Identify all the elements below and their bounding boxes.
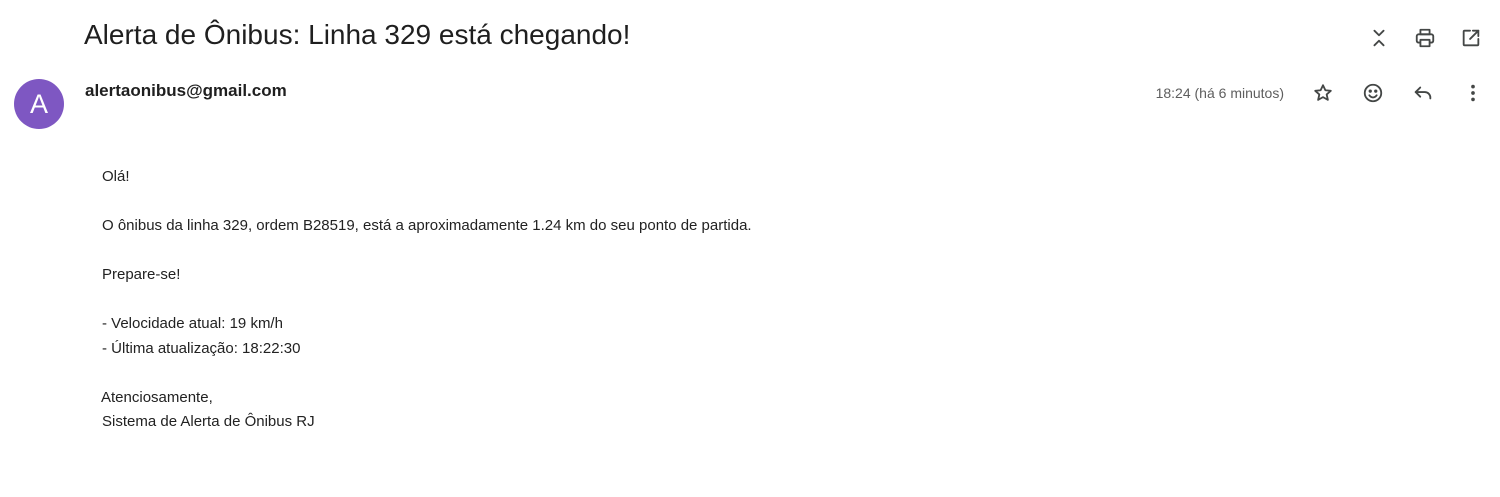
reply-button[interactable] [1404, 75, 1442, 111]
last-update-text: - Última atualização: 18:22:30 [102, 339, 301, 357]
open-in-new-window-button[interactable] [1452, 22, 1490, 54]
closing-text: Atenciosamente, [101, 388, 213, 406]
prepare-text: Prepare-se! [102, 266, 181, 283]
sender-email[interactable]: alertaonibus@gmail.com [85, 81, 287, 101]
star-button[interactable] [1304, 75, 1342, 111]
more-vert-icon [1471, 84, 1475, 102]
open-new-window-icon [1462, 29, 1480, 47]
bus-location-text: O ônibus da linha 329, ordem B28519, est… [102, 217, 752, 234]
more-options-button[interactable] [1454, 75, 1492, 111]
collapse-all-icon [1373, 29, 1385, 47]
email-body: Olá! O ônibus da linha 329, ordem B28519… [101, 165, 752, 435]
emoji-reaction-icon [1363, 83, 1383, 103]
sender-avatar[interactable]: A [14, 79, 64, 129]
print-button[interactable] [1406, 22, 1444, 54]
greeting: Olá! [102, 168, 130, 185]
signature-text: Sistema de Alerta de Ônibus RJ [102, 413, 315, 430]
email-subject: Alerta de Ônibus: Linha 329 está chegand… [84, 19, 631, 50]
print-icon [1415, 28, 1435, 48]
add-reaction-button[interactable] [1354, 75, 1392, 111]
reply-icon [1414, 86, 1432, 100]
star-icon [1314, 84, 1332, 101]
message-meta: 18:24 (há 6 minutos) [1156, 75, 1492, 111]
collapse-all-button[interactable] [1360, 22, 1398, 54]
message-timestamp[interactable]: 18:24 (há 6 minutos) [1156, 85, 1284, 101]
speed-text: - Velocidade atual: 19 km/h [102, 315, 283, 332]
thread-actions [1360, 22, 1490, 54]
